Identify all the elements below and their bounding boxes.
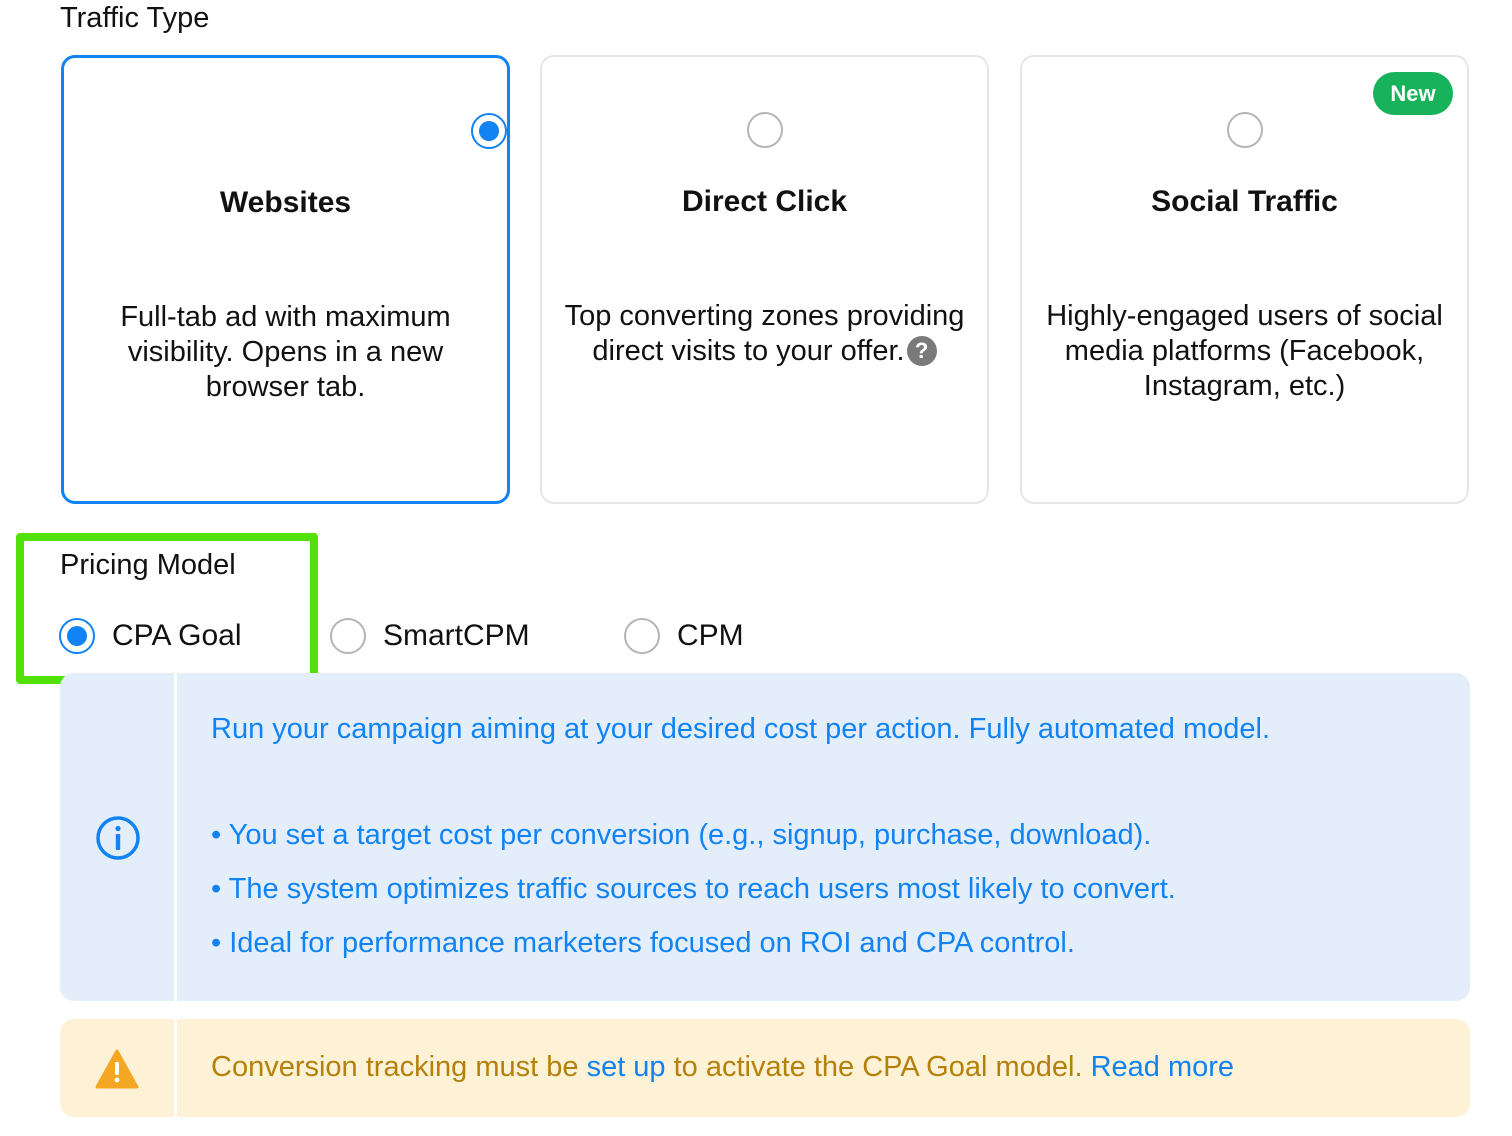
pricing-option-cpa-goal[interactable]: CPA Goal [59, 618, 242, 654]
cpm-radio[interactable] [624, 618, 660, 654]
traffic-card-social-traffic[interactable]: New Social Traffic Highly-engaged users … [1020, 55, 1469, 504]
info-headline: Run your campaign aiming at your desired… [211, 713, 1271, 745]
help-icon[interactable]: ? [906, 336, 937, 366]
direct-click-radio[interactable] [746, 112, 783, 148]
warning-panel: Conversion tracking must be set up to ac… [60, 1019, 1470, 1117]
social-traffic-radio[interactable] [1226, 112, 1263, 148]
pricing-option-cpm[interactable]: CPM [624, 618, 744, 654]
info-bullet: • Ideal for performance marketers focuse… [211, 927, 1075, 959]
pricing-model-title: Pricing Model [60, 549, 236, 581]
direct-click-description-text: Top converting zones providing direct vi… [564, 300, 965, 367]
info-circle-icon [96, 816, 140, 860]
traffic-type-title: Traffic Type [60, 2, 210, 34]
smartcpm-radio[interactable] [330, 618, 366, 654]
warning-text-before: Conversion tracking must be [211, 1051, 587, 1083]
card-title-direct-click: Direct Click [681, 185, 848, 218]
warning-message: Conversion tracking must be set up to ac… [211, 1051, 1234, 1084]
info-bullet: • The system optimizes traffic sources t… [211, 873, 1176, 905]
panel-divider [174, 1019, 177, 1117]
websites-radio[interactable] [471, 113, 507, 149]
set-up-link[interactable]: set up [587, 1051, 666, 1083]
card-description-social-traffic: Highly-engaged users of social media pla… [1046, 300, 1443, 402]
warning-triangle-icon [95, 1049, 139, 1089]
new-badge: New [1373, 72, 1453, 115]
card-description-direct-click: Top converting zones providing direct vi… [562, 299, 967, 369]
cpa-goal-label[interactable]: CPA Goal [112, 619, 242, 653]
cpm-label[interactable]: CPM [677, 619, 744, 653]
info-bullet: • You set a target cost per conversion (… [211, 819, 1152, 851]
pricing-option-smartcpm[interactable]: SmartCPM [330, 618, 530, 654]
panel-divider [174, 673, 177, 1001]
read-more-link[interactable]: Read more [1091, 1051, 1234, 1083]
warning-text-after: to activate the CPA Goal model. [665, 1051, 1091, 1083]
card-title-websites: Websites [219, 186, 352, 219]
info-panel: Run your campaign aiming at your desired… [60, 673, 1470, 1001]
info-bullet-list: • You set a target cost per conversion (… [211, 818, 1440, 980]
traffic-card-direct-click[interactable]: Direct Click Top converting zones provid… [540, 55, 989, 504]
smartcpm-label[interactable]: SmartCPM [383, 619, 530, 653]
card-description-websites: Full-tab ad with maximum visibility. Ope… [120, 301, 451, 403]
card-title-social-traffic: Social Traffic [1151, 185, 1338, 218]
traffic-card-websites[interactable]: Websites Full-tab ad with maximum visibi… [61, 55, 510, 504]
cpa-goal-radio[interactable] [59, 618, 95, 654]
